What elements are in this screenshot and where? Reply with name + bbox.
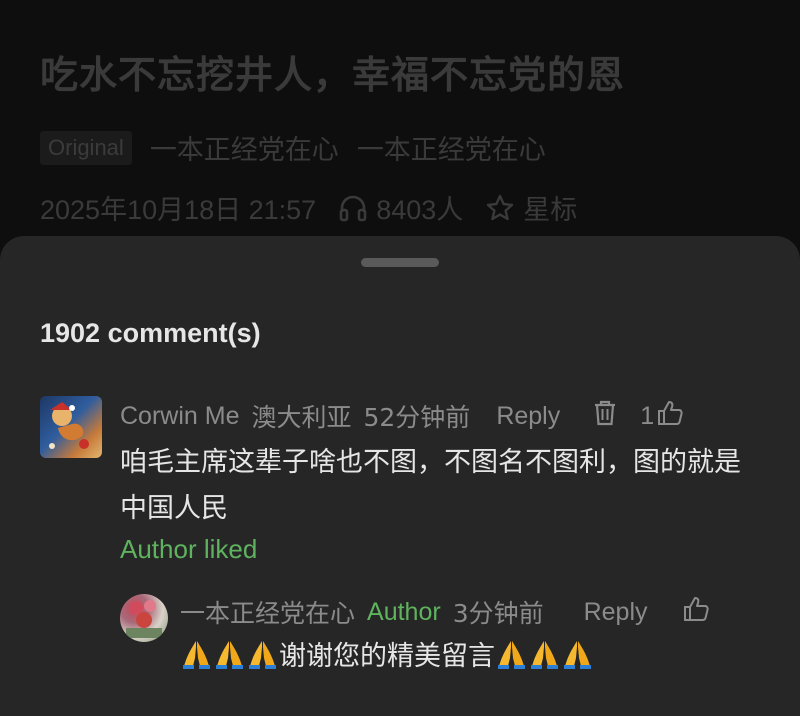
author-tag: Author [367,597,441,626]
comment-time: 52分钟前 [363,403,471,432]
article-title: 吃水不忘挖井人，幸福不忘党的恩 [40,53,626,97]
avatar-image [49,402,89,449]
star-label: 星标 [523,195,578,225]
reply-time: 3分钟前 [452,599,544,628]
comment-location: 澳大利亚 [251,403,352,432]
reply-button[interactable]: Reply [496,402,560,431]
star-icon [485,193,515,223]
star-button[interactable]: 星标 [485,188,577,227]
pray-icon [495,638,528,670]
article-meta: Original 一本正经党在心 一本正经党在心 [40,128,546,167]
reply-avatar[interactable] [120,594,168,642]
article-header: 吃水不忘挖井人，幸福不忘党的恩 Original 一本正经党在心 一本正经党在心… [0,0,800,260]
listen-button[interactable]: 8403人 [338,188,463,227]
comments-sheet: 1902 comment(s) Corwin Me 澳大利亚 52分钟前 Rep… [0,236,800,716]
sheet-drag-handle[interactable] [361,258,439,267]
article-info-row: 2025年10月18日 21:57 8403人 星标 [40,188,577,227]
original-badge: Original [40,130,132,165]
reply-thumbs-up-icon[interactable] [682,595,710,629]
pray-icon [561,638,594,670]
pray-icon [246,638,279,670]
comment-count: 1902 comment(s) [40,318,261,348]
reply-author-name[interactable]: 一本正经党在心 [180,594,355,630]
reply-reply-button[interactable]: Reply [584,598,648,627]
headphones-icon [338,194,368,222]
pray-icon [180,638,213,670]
comment-header: Corwin Me 澳大利亚 52分钟前 Reply 1 [120,398,684,434]
pray-icon [213,638,246,670]
article-date: 2025年10月18日 21:57 [40,195,317,225]
listener-count: 8403人 [376,195,464,225]
like-count: 1 [640,401,655,430]
commenter-name[interactable]: Corwin Me [120,402,239,431]
trash-icon[interactable] [592,399,618,434]
article-account[interactable]: 一本正经党在心 [357,128,546,167]
reply-text: 谢谢您的精美留言 [279,641,495,672]
comment-text: 咱毛主席这辈子啥也不图，不图名不图利，图的就是中国人民 [120,447,741,524]
avatar[interactable] [40,396,102,458]
pray-icon [528,638,561,670]
author-liked-label: Author liked [120,534,258,564]
thumbs-up-icon[interactable] [656,399,684,434]
reply-text-row: 谢谢您的精美留言 [180,634,594,673]
article-author[interactable]: 一本正经党在心 [150,128,339,167]
reply-header: 一本正经党在心 Author 3分钟前 Reply [180,594,710,630]
reply-avatar-image [126,600,162,638]
